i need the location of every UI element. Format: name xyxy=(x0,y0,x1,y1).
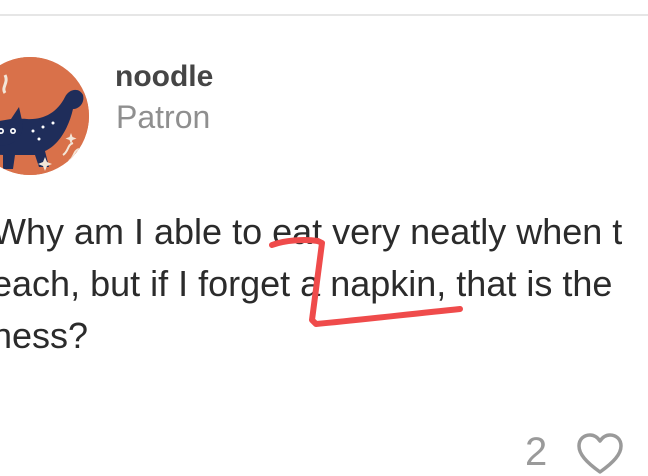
post-body-line-1: Why am I able to eat very neatly when t xyxy=(0,211,623,252)
post-body-line-3: ness? xyxy=(0,315,89,356)
heart-outline-icon[interactable] xyxy=(576,432,624,476)
avatar[interactable] xyxy=(0,57,89,175)
cat-avatar-illustration xyxy=(0,57,89,175)
author-username[interactable]: noodle xyxy=(115,60,213,94)
like-count: 2 xyxy=(525,430,548,474)
post-body: Why am I able to eat very neatly when t … xyxy=(0,206,648,362)
post-body-line-2: each, but if I forget a napkin, that is … xyxy=(0,263,613,304)
author-role: Patron xyxy=(116,99,211,135)
post-card: noodle Patron Why am I able to eat very … xyxy=(0,0,648,474)
